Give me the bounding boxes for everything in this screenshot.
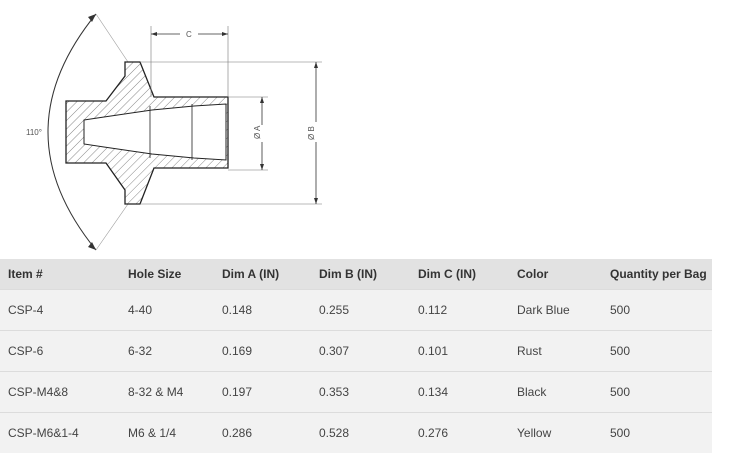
cell-dim-b: 0.255 [311,289,410,331]
cell-quantity: 500 [602,289,712,331]
cell-item: CSP-6 [0,330,120,372]
cell-color: Black [509,371,602,413]
header-dim-a: Dim A (IN) [214,259,311,290]
table-header-row: Item # Hole Size Dim A (IN) Dim B (IN) D… [0,259,712,290]
header-hole-size: Hole Size [120,259,214,290]
cell-dim-b: 0.528 [311,412,410,453]
table-row: CSP-M6&1-4 M6 & 1/4 0.286 0.528 0.276 Ye… [0,412,712,453]
cell-dim-c: 0.112 [410,289,509,331]
cell-dim-b: 0.307 [311,330,410,372]
cell-item: CSP-4 [0,289,120,331]
cell-dim-a: 0.286 [214,412,311,453]
cell-dim-c: 0.134 [410,371,509,413]
cell-dim-a: 0.169 [214,330,311,372]
dim-b-label: Ø B [307,126,316,140]
header-color: Color [509,259,602,290]
cell-hole-size: 4-40 [120,289,214,331]
cell-hole-size: 8-32 & M4 [120,371,214,413]
table-row: CSP-M4&8 8-32 & M4 0.197 0.353 0.134 Bla… [0,371,712,413]
cell-color: Rust [509,330,602,372]
cell-quantity: 500 [602,371,712,413]
header-item: Item # [0,259,120,290]
cell-dim-c: 0.101 [410,330,509,372]
cell-quantity: 500 [602,412,712,453]
cell-dim-b: 0.353 [311,371,410,413]
table-row: CSP-4 4-40 0.148 0.255 0.112 Dark Blue 5… [0,289,712,331]
header-dim-b: Dim B (IN) [311,259,410,290]
dim-c-label: C [186,30,192,39]
cell-item: CSP-M6&1-4 [0,412,120,453]
table-row: CSP-6 6-32 0.169 0.307 0.101 Rust 500 [0,330,712,372]
cell-dim-a: 0.148 [214,289,311,331]
header-quantity: Quantity per Bag [602,259,712,290]
cell-quantity: 500 [602,330,712,372]
cell-dim-c: 0.276 [410,412,509,453]
cell-item: CSP-M4&8 [0,371,120,413]
spec-table: Item # Hole Size Dim A (IN) Dim B (IN) D… [0,259,712,453]
cell-hole-size: M6 & 1/4 [120,412,214,453]
technical-drawing: 110° C Ø A Ø B [26,13,322,251]
cell-color: Dark Blue [509,289,602,331]
angle-label: 110° [26,128,42,137]
dim-a-label: Ø A [253,125,262,139]
cell-hole-size: 6-32 [120,330,214,372]
cell-dim-a: 0.197 [214,371,311,413]
cell-color: Yellow [509,412,602,453]
header-dim-c: Dim C (IN) [410,259,509,290]
